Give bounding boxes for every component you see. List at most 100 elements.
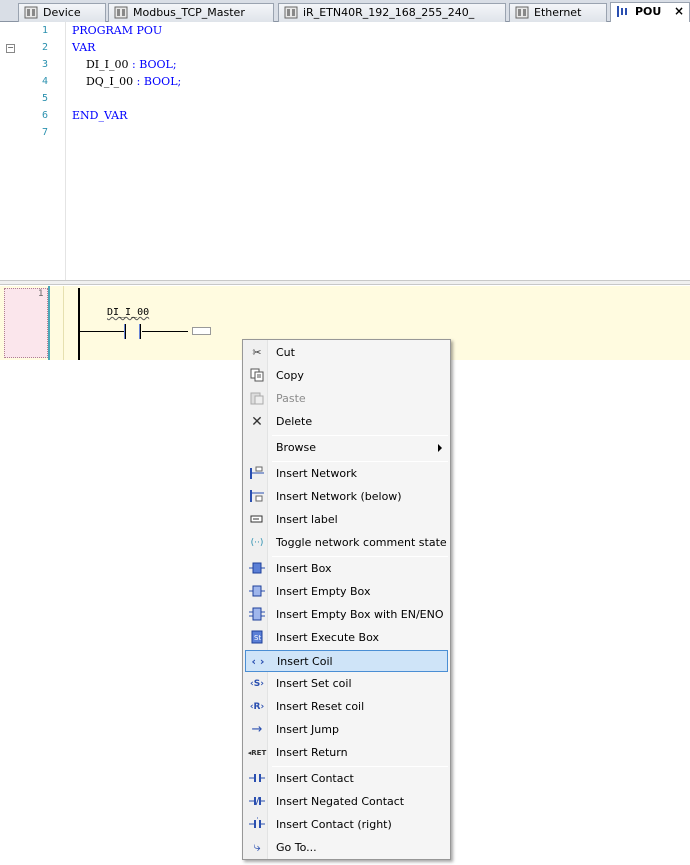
menu-item-insert-empty-box-en[interactable]: Insert Empty Box with EN/ENO [245, 604, 448, 626]
label-icon [247, 512, 267, 528]
menu-item-label: Cut [276, 346, 295, 359]
contact-icon [247, 771, 267, 787]
left-power-rail [78, 288, 80, 360]
menu-item-insert-contact[interactable]: Insert Contact [245, 768, 448, 790]
menu-item-label: Insert Empty Box with EN/ENO [276, 608, 444, 621]
menu-item-insert-network[interactable]: Insert Network [245, 463, 448, 485]
tab-ethernet[interactable]: Ethernet [509, 3, 607, 22]
type-name: BOOL [143, 75, 178, 88]
execute-box-icon: St [247, 630, 267, 646]
tab-label: POU [635, 5, 662, 18]
line-number: 6 [41, 110, 48, 121]
menu-item-label: Insert Empty Box [276, 585, 371, 598]
menu-item-insert-network-below[interactable]: Insert Network (below) [245, 486, 448, 508]
network-comment-column [52, 286, 64, 360]
editor-splitter[interactable] [0, 280, 690, 285]
menu-item-toggle-comment[interactable]: (··) Toggle network comment state [245, 532, 448, 554]
menu-item-copy[interactable]: Copy [245, 365, 448, 387]
coil-placeholder[interactable] [192, 327, 211, 335]
line-number: 1 [41, 25, 48, 36]
box-icon [247, 561, 267, 577]
menu-separator [272, 461, 448, 462]
insert-network-icon [247, 466, 267, 482]
menu-item-label: Toggle network comment state [276, 536, 447, 549]
menu-item-paste[interactable]: Paste [245, 388, 448, 410]
device-icon [24, 6, 38, 19]
menu-item-insert-return[interactable]: ◂RET Insert Return [245, 742, 448, 764]
line-number: 3 [41, 59, 48, 70]
line-number-gutter: 1 2 3 4 5 6 7 − [0, 22, 66, 280]
line-number: 5 [41, 93, 48, 104]
menu-item-label: Copy [276, 369, 304, 382]
menu-item-insert-execute-box[interactable]: St Insert Execute Box [245, 627, 448, 649]
menu-item-insert-label[interactable]: Insert label [245, 509, 448, 531]
menu-item-insert-set-coil[interactable]: ‹S› Insert Set coil [245, 673, 448, 695]
tab-device[interactable]: Device [18, 3, 106, 22]
menu-item-label: Insert Execute Box [276, 631, 379, 644]
menu-item-label: Paste [276, 392, 306, 405]
code-line-var: VAR [72, 41, 96, 54]
set-coil-icon: ‹S› [250, 679, 264, 689]
menu-item-label: Insert label [276, 513, 338, 526]
network-number: 1 [38, 289, 44, 299]
menu-item-cut[interactable]: ✂ Cut [245, 342, 448, 364]
menu-item-label: Insert Reset coil [276, 700, 365, 713]
menu-item-insert-empty-box[interactable]: Insert Empty Box [245, 581, 448, 603]
device-icon [515, 6, 529, 19]
contact-left-bar[interactable] [124, 324, 126, 339]
tab-pou[interactable]: POU × [610, 2, 690, 23]
menu-item-browse[interactable]: Browse [245, 437, 448, 459]
rung-wire [80, 331, 124, 332]
menu-item-go-to[interactable]: ⤷ Go To... [245, 837, 448, 859]
menu-item-insert-negated-contact[interactable]: Insert Negated Contact [245, 791, 448, 813]
jump-icon: → [251, 722, 263, 737]
menu-item-label: Insert Box [276, 562, 332, 575]
coil-icon: ‹ › [251, 655, 265, 668]
tab-modbus-tcp-master[interactable]: Modbus_TCP_Master [108, 3, 274, 22]
code-line-end-var: END_VAR [72, 109, 128, 122]
contact-right-icon [247, 817, 267, 833]
menu-item-label: Go To... [276, 841, 317, 854]
menu-item-insert-box[interactable]: Insert Box [245, 558, 448, 580]
menu-item-insert-coil[interactable]: ‹ › Insert Coil [245, 650, 448, 672]
menu-item-label: Insert Contact [276, 772, 354, 785]
menu-item-label: Insert Network (below) [276, 490, 402, 503]
menu-item-label: Insert Jump [276, 723, 339, 736]
svg-text:St: St [254, 634, 261, 642]
menu-item-insert-reset-coil[interactable]: ‹R› Insert Reset coil [245, 696, 448, 718]
code-line-di-declaration: DI_I_00 : BOOL; [72, 58, 177, 71]
code-line-dq-declaration: DQ_I_00 : BOOL; [72, 75, 181, 88]
editor-tab-bar: Device Modbus_TCP_Master iR_ETN40R_192_1… [0, 0, 690, 23]
menu-item-label: Insert Return [276, 746, 348, 759]
network-divider [48, 286, 50, 360]
menu-item-label: Insert Coil [277, 655, 333, 668]
code-line-program: PROGRAM POU [72, 24, 163, 37]
menu-item-insert-contact-right[interactable]: Insert Contact (right) [245, 814, 448, 836]
delete-icon: ✕ [251, 414, 263, 430]
type-name: BOOL [139, 58, 173, 71]
rung-wire [142, 331, 188, 332]
colon: : [136, 75, 144, 88]
tab-label: Device [43, 6, 81, 19]
declaration-editor[interactable]: 1 2 3 4 5 6 7 − PROGRAM POU VAR DI_I_00 … [0, 22, 690, 280]
fold-collapse-icon[interactable]: − [6, 44, 15, 53]
tab-ir-etn40r[interactable]: iR_ETN40R_192_168_255_240_ [278, 3, 506, 22]
contact-right-bar[interactable] [139, 324, 141, 339]
goto-icon: ⤷ [253, 840, 261, 855]
negated-contact-icon [247, 794, 267, 810]
line-number: 4 [41, 76, 48, 87]
tab-label: iR_ETN40R_192_168_255_240_ [303, 6, 475, 19]
semicolon: ; [177, 75, 182, 88]
scissors-icon: ✂ [252, 346, 262, 359]
menu-item-label: Browse [276, 441, 317, 454]
menu-item-insert-jump[interactable]: → Insert Jump [245, 719, 448, 741]
close-tab-icon[interactable]: × [674, 3, 684, 20]
submenu-arrow-icon [438, 444, 442, 452]
variable-name: DI_I_00 [72, 58, 132, 71]
menu-separator [272, 766, 448, 767]
contact-variable-label[interactable]: DI_I_00 [107, 307, 149, 318]
insert-network-below-icon [247, 489, 267, 505]
variable-name: DQ_I_00 [72, 75, 137, 88]
menu-item-delete[interactable]: ✕ Delete [245, 411, 448, 433]
semicolon: ; [172, 58, 177, 71]
